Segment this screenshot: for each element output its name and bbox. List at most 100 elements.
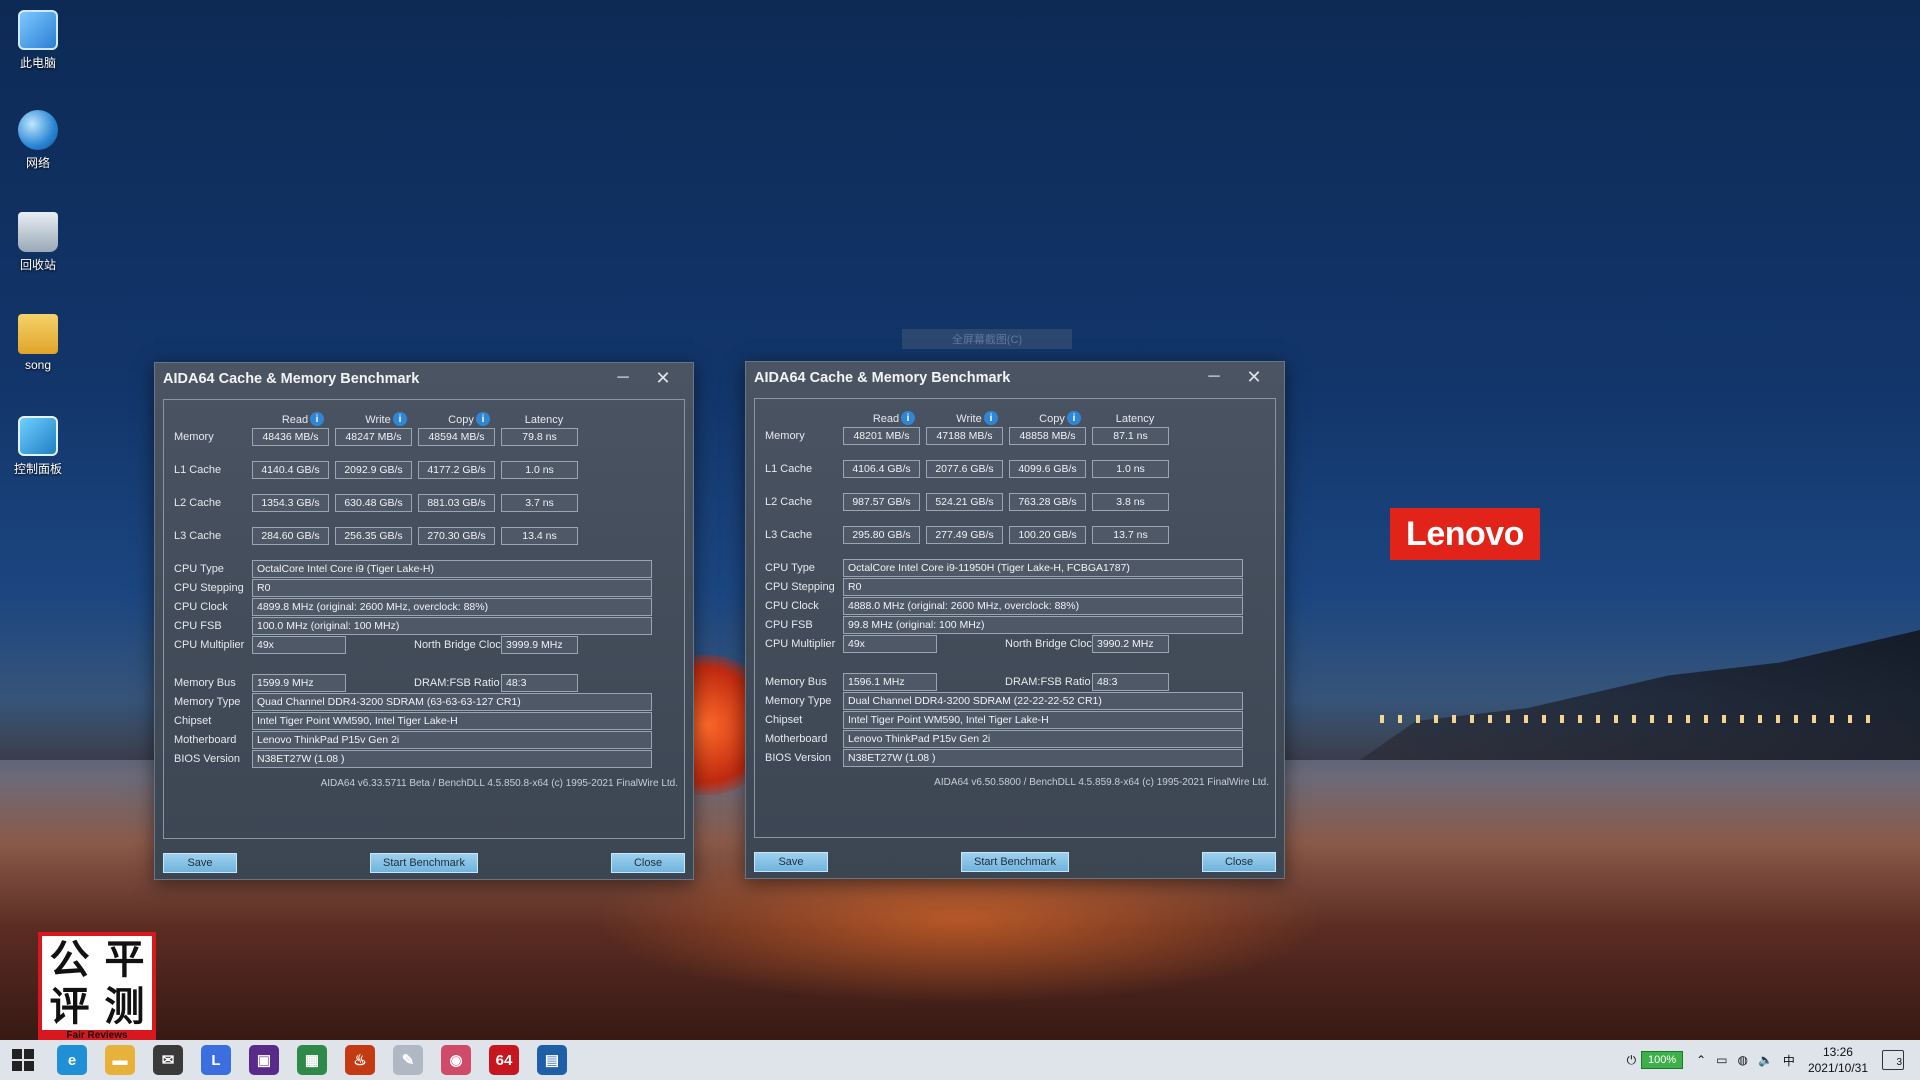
row-label: L1 Cache <box>765 463 813 475</box>
info-icon[interactable]: i <box>1067 411 1081 425</box>
column-header-3: Latency <box>1115 413 1155 425</box>
chipset-label: Chipset <box>765 714 803 726</box>
result-cell: 48594 MB/s <box>418 428 495 446</box>
cpu-fsb-label: CPU FSB <box>174 620 222 632</box>
north-bridge-label: North Bridge Clock <box>414 639 507 651</box>
row-label: L2 Cache <box>765 496 813 508</box>
info-icon[interactable]: i <box>984 411 998 425</box>
clock[interactable]: 13:26 2021/10/31 <box>1808 1044 1868 1076</box>
desktop-icon-this-pc[interactable]: 此电脑 <box>8 10 68 71</box>
file-explorer-icon[interactable]: ▬ <box>105 1045 135 1075</box>
cpu-multiplier-value: 49x <box>252 636 346 654</box>
battery-indicator[interactable]: 100% <box>1641 1051 1684 1069</box>
bios-label: BIOS Version <box>174 753 241 765</box>
feather-icon[interactable]: ✎ <box>393 1045 423 1075</box>
info-icon[interactable]: i <box>476 412 490 426</box>
result-cell: 3.8 ns <box>1092 493 1169 511</box>
result-cell: 295.80 GB/s <box>843 526 920 544</box>
close-icon[interactable]: ✕ <box>649 367 677 389</box>
chevron-up-icon[interactable]: ⌃ <box>1696 1053 1706 1067</box>
column-header-3: Latency <box>524 414 564 426</box>
power-plug-icon[interactable]: ⏻ <box>1627 1053 1637 1068</box>
fair-reviews-watermark: 公 平 评 测 Fair Reviews <box>38 932 156 1046</box>
cpu-type-label: CPU Type <box>765 562 815 574</box>
ime-indicator[interactable]: 中 <box>1783 1052 1795 1069</box>
result-cell: 1.0 ns <box>1092 460 1169 478</box>
memory-bus-value: 1596.1 MHz <box>843 673 937 691</box>
minimize-icon[interactable]: ─ <box>1200 366 1228 388</box>
close-button[interactable]: Close <box>611 853 685 873</box>
desktop-icon-recycle-bin[interactable]: 回收站 <box>8 212 68 273</box>
desktop-icon-network[interactable]: 网络 <box>8 110 68 171</box>
memory-bus-label: Memory Bus <box>765 676 827 688</box>
cpu-fsb-value: 99.8 MHz (original: 100 MHz) <box>843 616 1243 634</box>
control-panel-icon <box>18 416 58 456</box>
windows-start-icon[interactable] <box>12 1049 34 1071</box>
close-icon[interactable]: ✕ <box>1240 366 1268 388</box>
result-cell: 277.49 GB/s <box>926 526 1003 544</box>
watermark-char: 平 <box>104 935 145 983</box>
version-footer: AIDA64 v6.33.5711 Beta / BenchDLL 4.5.85… <box>320 778 678 789</box>
dram-ratio-label: DRAM:FSB Ratio <box>1005 676 1091 688</box>
minimize-icon[interactable]: ─ <box>609 367 637 389</box>
aida64-window-1[interactable]: AIDA64 Cache & Memory Benchmark ─ ✕ Read i Wr… <box>154 362 694 880</box>
result-cell: 87.1 ns <box>1092 427 1169 445</box>
result-cell: 2092.9 GB/s <box>335 461 412 479</box>
notification-center-icon[interactable]: 3 <box>1882 1050 1904 1070</box>
cpu-z-icon[interactable]: ▣ <box>249 1045 279 1075</box>
column-header-1: Write <box>365 414 391 426</box>
network-icon[interactable]: ◍ <box>1737 1053 1747 1067</box>
info-icon[interactable]: i <box>310 412 324 426</box>
row-label: L2 Cache <box>174 497 222 509</box>
desktop-icon-user-folder[interactable]: song <box>8 314 68 372</box>
aida64-icon[interactable]: 64 <box>489 1045 519 1075</box>
watermark-char: 评 <box>49 982 90 1030</box>
result-cell: 763.28 GB/s <box>1009 493 1086 511</box>
memory-type-value: Dual Channel DDR4-3200 SDRAM (22-22-22-5… <box>843 692 1243 710</box>
aida64-window-2[interactable]: AIDA64 Cache & Memory Benchmark ─ ✕ Read i Wr… <box>745 361 1285 879</box>
cpu-fsb-value: 100.0 MHz (original: 100 MHz) <box>252 617 652 635</box>
info-icon[interactable]: i <box>393 412 407 426</box>
start-benchmark-button[interactable]: Start Benchmark <box>370 853 478 873</box>
result-cell: 4177.2 GB/s <box>418 461 495 479</box>
start-benchmark-button[interactable]: Start Benchmark <box>961 852 1069 872</box>
version-footer: AIDA64 v6.50.5800 / BenchDLL 4.5.859.8-x… <box>934 777 1269 788</box>
desktop-icon-control-panel[interactable]: 控制面板 <box>8 416 68 477</box>
save-button[interactable]: Save <box>754 852 828 872</box>
desktop-icon-label: 网络 <box>25 156 50 170</box>
furmark-icon[interactable]: ♨ <box>345 1045 375 1075</box>
recycle-bin-icon <box>18 212 58 252</box>
cpu-type-value: OctalCore Intel Core i9 (Tiger Lake-H) <box>252 560 652 578</box>
app-l-icon[interactable]: L <box>201 1045 231 1075</box>
result-cell: 256.35 GB/s <box>335 527 412 545</box>
cpu-multiplier-label: CPU Multiplier <box>765 638 836 650</box>
bios-label: BIOS Version <box>765 752 832 764</box>
motherboard-label: Motherboard <box>765 733 828 745</box>
info-icon[interactable]: i <box>901 411 915 425</box>
calculator-icon[interactable]: ▤ <box>537 1045 567 1075</box>
gpu-icon[interactable]: ▦ <box>297 1045 327 1075</box>
result-cell: 48436 MB/s <box>252 428 329 446</box>
mail-icon[interactable]: ✉ <box>153 1045 183 1075</box>
north-bridge-label: North Bridge Clock <box>1005 638 1098 650</box>
close-button[interactable]: Close <box>1202 852 1276 872</box>
benchmark-panel: Read i Write i Copy i Latency Memory 48201 MB/s 4… <box>754 398 1276 838</box>
desktop-icon-label: 此电脑 <box>19 56 56 70</box>
cpu-clock-value: 4899.8 MHz (original: 2600 MHz, overcloc… <box>252 598 652 616</box>
result-cell: 3.7 ns <box>501 494 578 512</box>
volume-icon[interactable]: 🔈 <box>1758 1053 1773 1067</box>
monitor-icon[interactable]: ◉ <box>441 1045 471 1075</box>
result-cell: 284.60 GB/s <box>252 527 329 545</box>
result-cell: 270.30 GB/s <box>418 527 495 545</box>
result-cell: 630.48 GB/s <box>335 494 412 512</box>
system-tray: ⏻ 100% ⌃ ▭ ◍ 🔈 中 13:26 2021/10/31 3 <box>1622 1040 1920 1080</box>
bios-value: N38ET27W (1.08 ) <box>843 749 1243 767</box>
edge-icon[interactable]: e <box>57 1045 87 1075</box>
lenovo-logo: Lenovo <box>1390 508 1540 560</box>
result-cell: 79.8 ns <box>501 428 578 446</box>
save-button[interactable]: Save <box>163 853 237 873</box>
battery-icon[interactable]: ▭ <box>1716 1053 1727 1067</box>
cpu-stepping-label: CPU Stepping <box>174 582 244 594</box>
motherboard-label: Motherboard <box>174 734 237 746</box>
cpu-clock-label: CPU Clock <box>174 601 228 613</box>
